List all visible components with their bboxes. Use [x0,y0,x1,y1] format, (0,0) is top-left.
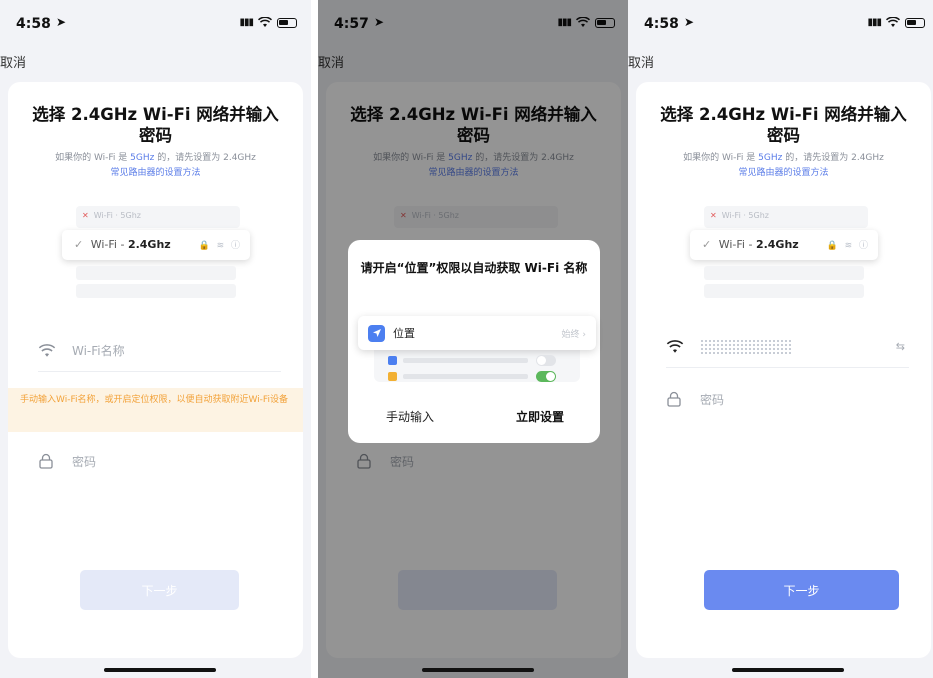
illus-placeholder-row [704,284,864,298]
location-setting-row: 位置 始终 › [358,316,596,350]
home-indicator [422,668,534,672]
signal-icon: ▮▮▮ [239,17,253,28]
wifi-status-icon [258,17,272,27]
next-button[interactable]: 下一步 [704,570,899,610]
home-indicator [732,668,844,672]
wifi-name-field[interactable]: Wi-Fi名称 [38,330,281,372]
phone-screen-3: 4:58 ➤ ▮▮▮ 取消 选择 2.4GHz Wi-Fi 网络并输入 密码 如… [628,0,933,678]
home-indicator [104,668,216,672]
hint-post: 的，请先设置为 2.4GHz [785,153,884,163]
hint-accent: 5GHz [130,153,155,163]
setup-now-button[interactable]: 立即设置 [516,408,564,425]
wifi-name-masked-value [700,338,792,355]
location-value: 始终 › [561,329,586,340]
hint-post: 的，请先设置为 2.4GHz [157,153,256,163]
router-help-link[interactable]: 常见路由器的设置方法 [8,165,303,178]
hint-text: 如果你的 Wi-Fi 是 5GHz 的，请先设置为 2.4GHz [8,152,303,165]
router-help-link[interactable]: 常见路由器的设置方法 [636,165,931,178]
hint-accent: 5GHz [758,153,783,163]
title-line-2: 密码 [767,126,800,145]
lock-wifi-info-icon: 🔒 ≋ ⓘ [826,241,870,251]
password-field[interactable]: 密码 [38,440,281,482]
battery-icon [277,17,297,28]
illus-placeholder-row [76,284,236,298]
app-icon [388,371,397,381]
wifi-icon [666,339,688,354]
password-field[interactable]: 密码 [666,378,909,420]
password-placeholder: 密码 [72,454,97,469]
placeholder-line [403,373,528,379]
cross-icon: ✕ [82,211,89,220]
illus-24ghz-row: ✓ Wi-Fi - 2.4Ghz 🔒 ≋ ⓘ [690,230,878,260]
wifi-name-placeholder: Wi-Fi名称 [72,344,125,358]
lock-icon [666,391,688,407]
status-time: 4:58 [16,16,51,32]
page-title: 选择 2.4GHz Wi-Fi 网络并输入 密码 [18,104,293,146]
cancel-button[interactable]: 取消 [628,52,654,71]
location-arrow-icon [368,324,385,342]
illus-24ghz-bold: 2.4Ghz [127,238,171,251]
illus-placeholder-row [76,266,236,280]
location-arrow-icon: ➤ [684,15,695,29]
illus-5ghz-row: ✕ Wi-Fi · 5Ghz [76,206,240,228]
illus-placeholder-row [704,266,864,280]
check-icon: ✓ [74,238,84,251]
next-button[interactable]: 下一步 [80,570,239,610]
wifi-illustration: ✕ Wi-Fi · 5Ghz ✓ Wi-Fi - 2.4Ghz 🔒 ≋ ⓘ [62,202,250,304]
illus-5ghz-label: Wi-Fi · 5Ghz [93,211,141,220]
wifi-illustration: ✕ Wi-Fi · 5Ghz ✓ Wi-Fi - 2.4Ghz 🔒 ≋ ⓘ [690,202,878,304]
password-placeholder: 密码 [700,392,725,407]
switch-network-icon[interactable]: ⇆ [896,340,905,353]
illus-5ghz-label: Wi-Fi · 5Ghz [721,211,769,220]
location-label: 位置 [393,327,415,340]
content-card: 选择 2.4GHz Wi-Fi 网络并输入 密码 如果你的 Wi-Fi 是 5G… [8,82,303,658]
title-line-1: 选择 2.4GHz Wi-Fi 网络并输入 [660,105,907,124]
illus-toggle-row [388,354,556,366]
wifi-icon [38,343,60,358]
placeholder-line [403,357,528,363]
phone-screen-1: 4:58 ➤ ▮▮▮ 取消 选择 2.4GHz Wi-Fi 网络并输入 密码 如… [0,0,311,678]
toggle-off-icon [536,354,556,366]
title-line-2: 密码 [139,126,172,145]
phone-screen-2: 4:57 ➤ ▮▮▮ 取消 选择 2.4GHz Wi-Fi 网络并输入 密码 如… [318,0,629,678]
hint-pre: 如果你的 Wi-Fi 是 [55,153,128,163]
signal-icon: ▮▮▮ [867,17,881,28]
illus-toggle-row [388,370,556,382]
lock-wifi-info-icon: 🔒 ≋ ⓘ [198,241,242,251]
hint-pre: 如果你的 Wi-Fi 是 [683,153,756,163]
hint-text: 如果你的 Wi-Fi 是 5GHz 的，请先设置为 2.4GHz [636,152,931,165]
title-line-1: 选择 2.4GHz Wi-Fi 网络并输入 [32,105,279,124]
lock-icon [38,453,60,469]
wifi-status-icon [886,17,900,27]
check-icon: ✓ [702,238,712,251]
cross-icon: ✕ [710,211,717,220]
location-arrow-icon: ➤ [56,15,67,29]
location-warning: 手动输入Wi-Fi名称，或开启定位权限，以便自动获取附近Wi-Fi设备 [8,388,303,432]
toggle-on-icon [536,370,556,382]
status-bar: 4:58 ➤ ▮▮▮ [628,0,933,42]
content-card: 选择 2.4GHz Wi-Fi 网络并输入 密码 如果你的 Wi-Fi 是 5G… [636,82,931,658]
app-icon [388,355,397,365]
manual-input-button[interactable]: 手动输入 [386,408,434,425]
page-title: 选择 2.4GHz Wi-Fi 网络并输入 密码 [646,104,921,146]
battery-icon [905,17,925,28]
location-permission-dialog: 请开启“位置”权限以自动获取 Wi-Fi 名称 位置 始终 › 手动输入 立即设… [348,240,600,443]
cancel-button[interactable]: 取消 [0,52,26,71]
illus-24ghz-bold: 2.4Ghz [755,238,799,251]
status-bar: 4:58 ➤ ▮▮▮ [0,0,311,42]
status-time: 4:58 [644,16,679,32]
illus-24ghz-row: ✓ Wi-Fi - 2.4Ghz 🔒 ≋ ⓘ [62,230,250,260]
illus-24ghz-prefix: Wi-Fi - [718,238,753,251]
illus-5ghz-row: ✕ Wi-Fi · 5Ghz [704,206,868,228]
illus-24ghz-prefix: Wi-Fi - [90,238,125,251]
dialog-title: 请开启“位置”权限以自动获取 Wi-Fi 名称 [360,261,588,275]
wifi-name-field[interactable]: ⇆ [666,326,909,368]
